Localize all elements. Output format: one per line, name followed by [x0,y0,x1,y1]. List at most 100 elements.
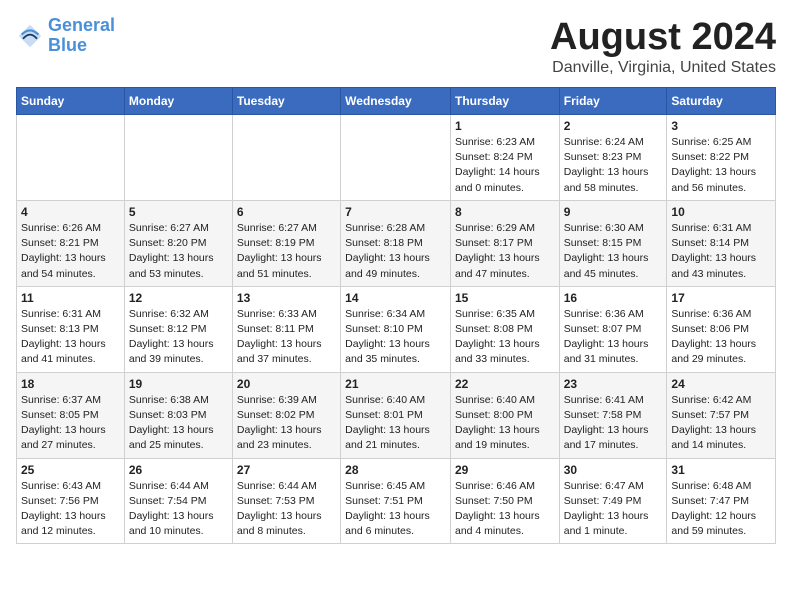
day-number: 31 [671,463,771,477]
day-number: 12 [129,291,228,305]
day-content: Sunrise: 6:31 AM Sunset: 8:14 PM Dayligh… [671,221,771,282]
calendar-cell: 23Sunrise: 6:41 AM Sunset: 7:58 PM Dayli… [559,372,667,458]
day-content: Sunrise: 6:23 AM Sunset: 8:24 PM Dayligh… [455,135,555,196]
day-number: 27 [237,463,336,477]
calendar-body: 1 Sunrise: 6:23 AM Sunset: 8:24 PM Daylig… [17,115,776,544]
day-number: 3 [671,119,771,133]
day-content: Sunrise: 6:27 AM Sunset: 8:19 PM Dayligh… [237,221,336,282]
day-number: 17 [671,291,771,305]
calendar-cell: 18Sunrise: 6:37 AM Sunset: 8:05 PM Dayli… [17,372,125,458]
calendar-cell: 24Sunrise: 6:42 AM Sunset: 7:57 PM Dayli… [667,372,776,458]
calendar-cell: 5Sunrise: 6:27 AM Sunset: 8:20 PM Daylig… [124,200,232,286]
calendar-cell: 20 Sunrise: 6:39 AM Sunset: 8:02 PM Dayli… [232,372,340,458]
calendar-header: SundayMondayTuesdayWednesdayThursdayFrid… [17,88,776,115]
page-header: General Blue August 2024 Danville, Virgi… [16,16,776,77]
day-content: Sunrise: 6:48 AM Sunset: 7:47 PM Dayligh… [671,479,771,540]
calendar-cell: 6 Sunrise: 6:27 AM Sunset: 8:19 PM Daylig… [232,200,340,286]
day-number: 21 [345,377,446,391]
calendar-cell: 28 Sunrise: 6:45 AM Sunset: 7:51 PM Dayli… [341,458,451,544]
day-content: Sunrise: 6:36 AM Sunset: 8:07 PM Dayligh… [564,307,663,368]
day-header-thursday: Thursday [450,88,559,115]
day-content: Sunrise: 6:42 AM Sunset: 7:57 PM Dayligh… [671,393,771,454]
calendar-cell: 7 Sunrise: 6:28 AM Sunset: 8:18 PM Daylig… [341,200,451,286]
calendar-cell: 17 Sunrise: 6:36 AM Sunset: 8:06 PM Dayli… [667,286,776,372]
day-content: Sunrise: 6:46 AM Sunset: 7:50 PM Dayligh… [455,479,555,540]
day-number: 19 [129,377,228,391]
calendar-cell: 27Sunrise: 6:44 AM Sunset: 7:53 PM Dayli… [232,458,340,544]
day-header-sunday: Sunday [17,88,125,115]
calendar-cell: 26 Sunrise: 6:44 AM Sunset: 7:54 PM Dayli… [124,458,232,544]
day-content: Sunrise: 6:45 AM Sunset: 7:51 PM Dayligh… [345,479,446,540]
calendar-cell: 3 Sunrise: 6:25 AM Sunset: 8:22 PM Daylig… [667,115,776,201]
day-number: 20 [237,377,336,391]
logo-blue: Blue [48,35,87,55]
logo-general: General [48,15,115,35]
day-content: Sunrise: 6:44 AM Sunset: 7:54 PM Dayligh… [129,479,228,540]
day-header-friday: Friday [559,88,667,115]
title-block: August 2024 Danville, Virginia, United S… [550,16,776,77]
day-content: Sunrise: 6:34 AM Sunset: 8:10 PM Dayligh… [345,307,446,368]
day-number: 26 [129,463,228,477]
day-number: 22 [455,377,555,391]
day-number: 9 [564,205,663,219]
calendar-table: SundayMondayTuesdayWednesdayThursdayFrid… [16,87,776,544]
day-content: Sunrise: 6:35 AM Sunset: 8:08 PM Dayligh… [455,307,555,368]
day-number: 25 [21,463,120,477]
day-header-saturday: Saturday [667,88,776,115]
calendar-cell: 16 Sunrise: 6:36 AM Sunset: 8:07 PM Dayli… [559,286,667,372]
logo-icon [16,22,44,50]
day-number: 4 [21,205,120,219]
day-content: Sunrise: 6:26 AM Sunset: 8:21 PM Dayligh… [21,221,120,282]
day-content: Sunrise: 6:37 AM Sunset: 8:05 PM Dayligh… [21,393,120,454]
day-content: Sunrise: 6:40 AM Sunset: 8:01 PM Dayligh… [345,393,446,454]
logo: General Blue [16,16,115,56]
calendar-cell: 15 Sunrise: 6:35 AM Sunset: 8:08 PM Dayli… [450,286,559,372]
calendar-cell: 10 Sunrise: 6:31 AM Sunset: 8:14 PM Dayli… [667,200,776,286]
day-content: Sunrise: 6:40 AM Sunset: 8:00 PM Dayligh… [455,393,555,454]
day-number: 30 [564,463,663,477]
calendar-cell [17,115,125,201]
day-content: Sunrise: 6:33 AM Sunset: 8:11 PM Dayligh… [237,307,336,368]
calendar-cell: 13Sunrise: 6:33 AM Sunset: 8:11 PM Dayli… [232,286,340,372]
week-row-4: 18Sunrise: 6:37 AM Sunset: 8:05 PM Dayli… [17,372,776,458]
week-row-3: 11 Sunrise: 6:31 AM Sunset: 8:13 PM Dayli… [17,286,776,372]
day-number: 23 [564,377,663,391]
day-content: Sunrise: 6:31 AM Sunset: 8:13 PM Dayligh… [21,307,120,368]
day-content: Sunrise: 6:36 AM Sunset: 8:06 PM Dayligh… [671,307,771,368]
day-number: 1 [455,119,555,133]
calendar-cell: 11 Sunrise: 6:31 AM Sunset: 8:13 PM Dayli… [17,286,125,372]
day-number: 7 [345,205,446,219]
day-number: 29 [455,463,555,477]
day-number: 10 [671,205,771,219]
day-header-tuesday: Tuesday [232,88,340,115]
day-content: Sunrise: 6:32 AM Sunset: 8:12 PM Dayligh… [129,307,228,368]
calendar-cell: 22 Sunrise: 6:40 AM Sunset: 8:00 PM Dayli… [450,372,559,458]
calendar-cell: 21 Sunrise: 6:40 AM Sunset: 8:01 PM Dayli… [341,372,451,458]
day-number: 15 [455,291,555,305]
day-content: Sunrise: 6:43 AM Sunset: 7:56 PM Dayligh… [21,479,120,540]
day-number: 5 [129,205,228,219]
day-content: Sunrise: 6:24 AM Sunset: 8:23 PM Dayligh… [564,135,663,196]
day-number: 2 [564,119,663,133]
calendar-cell: 4 Sunrise: 6:26 AM Sunset: 8:21 PM Daylig… [17,200,125,286]
calendar-cell [341,115,451,201]
day-number: 28 [345,463,446,477]
location: Danville, Virginia, United States [550,59,776,77]
day-number: 16 [564,291,663,305]
calendar-cell: 14Sunrise: 6:34 AM Sunset: 8:10 PM Dayli… [341,286,451,372]
calendar-cell: 19 Sunrise: 6:38 AM Sunset: 8:03 PM Dayli… [124,372,232,458]
day-content: Sunrise: 6:30 AM Sunset: 8:15 PM Dayligh… [564,221,663,282]
week-row-1: 1 Sunrise: 6:23 AM Sunset: 8:24 PM Daylig… [17,115,776,201]
day-header-monday: Monday [124,88,232,115]
calendar-cell: 12 Sunrise: 6:32 AM Sunset: 8:12 PM Dayli… [124,286,232,372]
day-content: Sunrise: 6:25 AM Sunset: 8:22 PM Dayligh… [671,135,771,196]
calendar-cell: 25 Sunrise: 6:43 AM Sunset: 7:56 PM Dayli… [17,458,125,544]
day-content: Sunrise: 6:28 AM Sunset: 8:18 PM Dayligh… [345,221,446,282]
day-content: Sunrise: 6:38 AM Sunset: 8:03 PM Dayligh… [129,393,228,454]
header-row: SundayMondayTuesdayWednesdayThursdayFrid… [17,88,776,115]
calendar-cell: 1 Sunrise: 6:23 AM Sunset: 8:24 PM Daylig… [450,115,559,201]
day-number: 11 [21,291,120,305]
calendar-cell: 8Sunrise: 6:29 AM Sunset: 8:17 PM Daylig… [450,200,559,286]
day-number: 6 [237,205,336,219]
day-content: Sunrise: 6:39 AM Sunset: 8:02 PM Dayligh… [237,393,336,454]
